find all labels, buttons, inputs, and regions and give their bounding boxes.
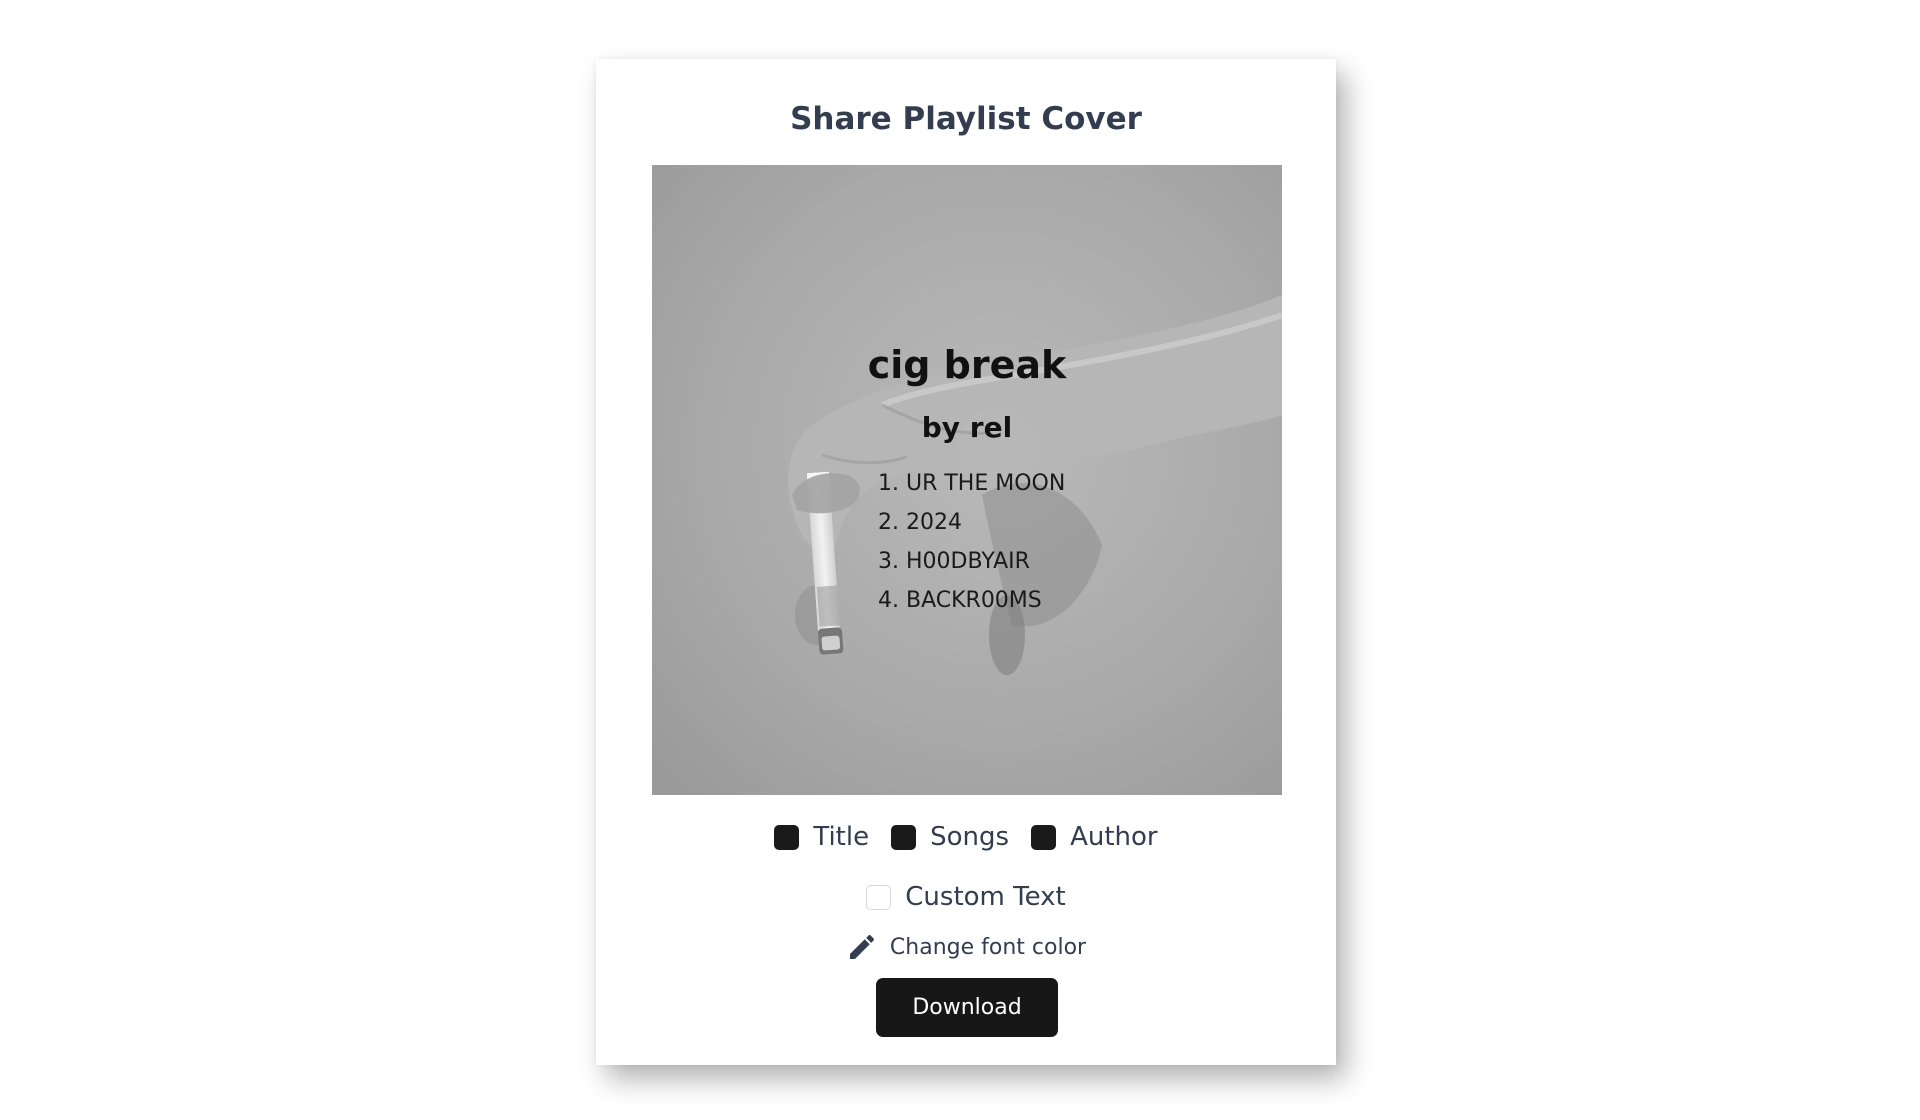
- cover-text-overlay: cig break by rel 1. UR THE MOON 2. 2024 …: [652, 165, 1282, 795]
- cover-author: by rel: [921, 411, 1013, 444]
- title-toggle[interactable]: Title: [774, 822, 869, 852]
- list-item: 4. BACKR00MS: [878, 588, 1042, 613]
- title-checkbox[interactable]: [774, 824, 800, 850]
- songs-toggle[interactable]: Songs: [891, 822, 1009, 852]
- change-font-color-button[interactable]: Change font color: [596, 927, 1336, 967]
- custom-text-label: Custom Text: [905, 882, 1066, 912]
- list-item: 2. 2024: [878, 510, 962, 535]
- share-playlist-cover-dialog: Share Playlist Cover cig break by rel 1.…: [596, 59, 1336, 1065]
- title-toggle-label: Title: [813, 822, 870, 852]
- cover-preview: cig break by rel 1. UR THE MOON 2. 2024 …: [652, 165, 1282, 795]
- songs-checkbox[interactable]: [891, 824, 917, 850]
- author-toggle-label: Author: [1070, 822, 1158, 852]
- author-toggle[interactable]: Author: [1031, 822, 1158, 852]
- author-checkbox[interactable]: [1031, 824, 1057, 850]
- list-item: 3. H00DBYAIR: [878, 549, 1030, 574]
- display-options: Title Songs Author: [596, 817, 1336, 857]
- change-font-color-label: Change font color: [889, 934, 1087, 960]
- pencil-icon: [849, 934, 874, 959]
- dialog-title: Share Playlist Cover: [790, 101, 1142, 137]
- download-button[interactable]: Download: [876, 978, 1058, 1037]
- list-item: 1. UR THE MOON: [878, 471, 1066, 496]
- custom-text-row: Custom Text: [596, 877, 1336, 917]
- cover-song-list: 1. UR THE MOON 2. 2024 3. H00DBYAIR 4. B…: [878, 469, 1065, 625]
- custom-text-toggle[interactable]: Custom Text: [866, 882, 1066, 912]
- custom-text-checkbox[interactable]: [866, 884, 892, 910]
- cover-title: cig break: [867, 343, 1067, 387]
- songs-toggle-label: Songs: [930, 822, 1010, 852]
